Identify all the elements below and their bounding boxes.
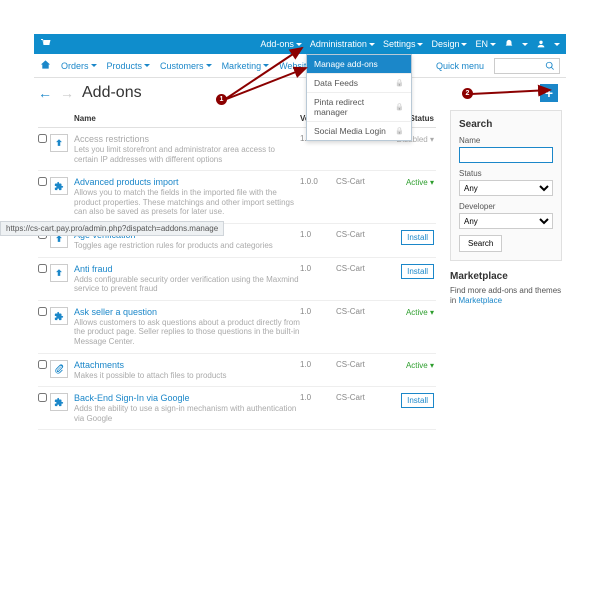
bell-icon[interactable] [504, 39, 514, 49]
subbar: Orders Products Customers Marketing Webs… [34, 54, 566, 78]
addon-desc: Allows you to match the fields in the im… [74, 188, 300, 217]
search-dev-select[interactable]: Any [459, 213, 553, 229]
page-header: ← → Add-ons + [34, 78, 566, 110]
page-title: Add-ons [82, 84, 142, 102]
install-button[interactable]: Install [401, 230, 434, 245]
addon-dev: CS-Cart [336, 393, 390, 402]
row-checkbox[interactable] [38, 393, 47, 402]
add-button[interactable]: + [540, 84, 558, 102]
forward-button[interactable]: → [60, 85, 74, 101]
addon-version: 1.0.0 [300, 177, 336, 186]
status-active[interactable]: Active ▾ [406, 178, 434, 187]
search-name-label: Name [459, 136, 553, 145]
table-row: Back-End Sign-In via GoogleAdds the abil… [38, 387, 436, 430]
addon-desc: Adds configurable security order verific… [74, 275, 300, 294]
status-url: https://cs-cart.pay.pro/admin.php?dispat… [0, 221, 224, 236]
install-button[interactable]: Install [401, 393, 434, 408]
addon-dev: CS-Cart [336, 307, 390, 316]
addon-version: 1.0 [300, 307, 336, 316]
addon-desc: Adds the ability to use a sign-in mechan… [74, 404, 300, 423]
addons-table: Name Version Developer Status Access res… [38, 110, 436, 430]
addon-dev: CS-Cart [336, 230, 390, 239]
search-icon [545, 61, 555, 71]
market-link[interactable]: Marketplace [458, 296, 502, 305]
cart-icon [40, 38, 52, 50]
status-active[interactable]: Active ▾ [406, 308, 434, 317]
table-row: Anti fraudAdds configurable security ord… [38, 258, 436, 301]
search-name-input[interactable] [459, 147, 553, 163]
home-icon[interactable] [40, 59, 51, 72]
addon-desc: Makes it possible to attach files to pro… [74, 371, 300, 381]
addon-link[interactable]: Access restrictions [74, 134, 149, 144]
dropdown-pinta-redirect[interactable]: Pinta redirect manager [307, 92, 411, 121]
addon-version: 1.0 [300, 230, 336, 239]
row-checkbox[interactable] [38, 264, 47, 273]
topmenu-settings[interactable]: Settings [383, 39, 424, 49]
addon-link[interactable]: Attachments [74, 360, 124, 370]
addon-icon [50, 393, 68, 411]
search-status-label: Status [459, 169, 553, 178]
user-icon[interactable] [536, 39, 546, 49]
topbar: Add-ons Administration Settings Design E… [34, 34, 566, 54]
addon-link[interactable]: Anti fraud [74, 264, 113, 274]
table-row: Advanced products importAllows you to ma… [38, 171, 436, 224]
addon-dev: CS-Cart [336, 177, 390, 186]
market-title: Marketplace [450, 271, 562, 282]
search-dev-label: Developer [459, 202, 553, 211]
quick-menu[interactable]: Quick menu [436, 61, 484, 71]
back-button[interactable]: ← [38, 85, 52, 101]
table-row: Ask seller a questionAllows customers to… [38, 301, 436, 354]
nav-products[interactable]: Products [107, 61, 151, 71]
nav-customers[interactable]: Customers [160, 61, 212, 71]
addon-dev: CS-Cart [336, 360, 390, 369]
search-title: Search [459, 119, 553, 130]
annotation-marker-2: 2 [462, 88, 473, 99]
nav-orders[interactable]: Orders [61, 61, 97, 71]
addon-version: 1.0 [300, 360, 336, 369]
addon-icon [50, 177, 68, 195]
col-name[interactable]: Name [74, 114, 300, 123]
nav-marketing[interactable]: Marketing [222, 61, 270, 71]
marketplace-panel: Marketplace Find more add-ons and themes… [450, 271, 562, 307]
search-status-select[interactable]: Any [459, 180, 553, 196]
addon-icon [50, 360, 68, 378]
addons-dropdown: Manage add-ons Data Feeds Pinta redirect… [306, 54, 412, 141]
row-checkbox[interactable] [38, 307, 47, 316]
row-checkbox[interactable] [38, 360, 47, 369]
addon-icon [50, 307, 68, 325]
addon-version: 1.0 [300, 264, 336, 273]
topmenu-lang[interactable]: EN [475, 39, 496, 49]
search-button[interactable]: Search [459, 235, 502, 252]
annotation-marker-1: 1 [216, 94, 227, 105]
addon-desc: Toggles age restriction rules for produc… [74, 241, 300, 251]
dropdown-data-feeds[interactable]: Data Feeds [307, 73, 411, 92]
addon-dev: CS-Cart [336, 264, 390, 273]
addon-version: 1.0 [300, 393, 336, 402]
addon-icon [50, 264, 68, 282]
install-button[interactable]: Install [401, 264, 434, 279]
topmenu-design[interactable]: Design [431, 39, 467, 49]
addon-desc: Lets you limit storefront and administra… [74, 145, 300, 164]
row-checkbox[interactable] [38, 177, 47, 186]
global-search[interactable] [494, 58, 560, 74]
addon-icon [50, 134, 68, 152]
topmenu-addons[interactable]: Add-ons [260, 39, 302, 49]
dropdown-manage-addons[interactable]: Manage add-ons [307, 55, 411, 73]
row-checkbox[interactable] [38, 134, 47, 143]
topmenu-administration[interactable]: Administration [310, 39, 375, 49]
addon-desc: Allows customers to ask questions about … [74, 318, 300, 347]
dropdown-social-login[interactable]: Social Media Login [307, 121, 411, 140]
table-row: AttachmentsMakes it possible to attach f… [38, 354, 436, 388]
addon-link[interactable]: Back-End Sign-In via Google [74, 393, 190, 403]
search-panel: Search Name Status Any Developer Any Sea… [450, 110, 562, 261]
addon-link[interactable]: Advanced products import [74, 177, 179, 187]
status-active[interactable]: Active ▾ [406, 361, 434, 370]
addon-link[interactable]: Ask seller a question [74, 307, 157, 317]
